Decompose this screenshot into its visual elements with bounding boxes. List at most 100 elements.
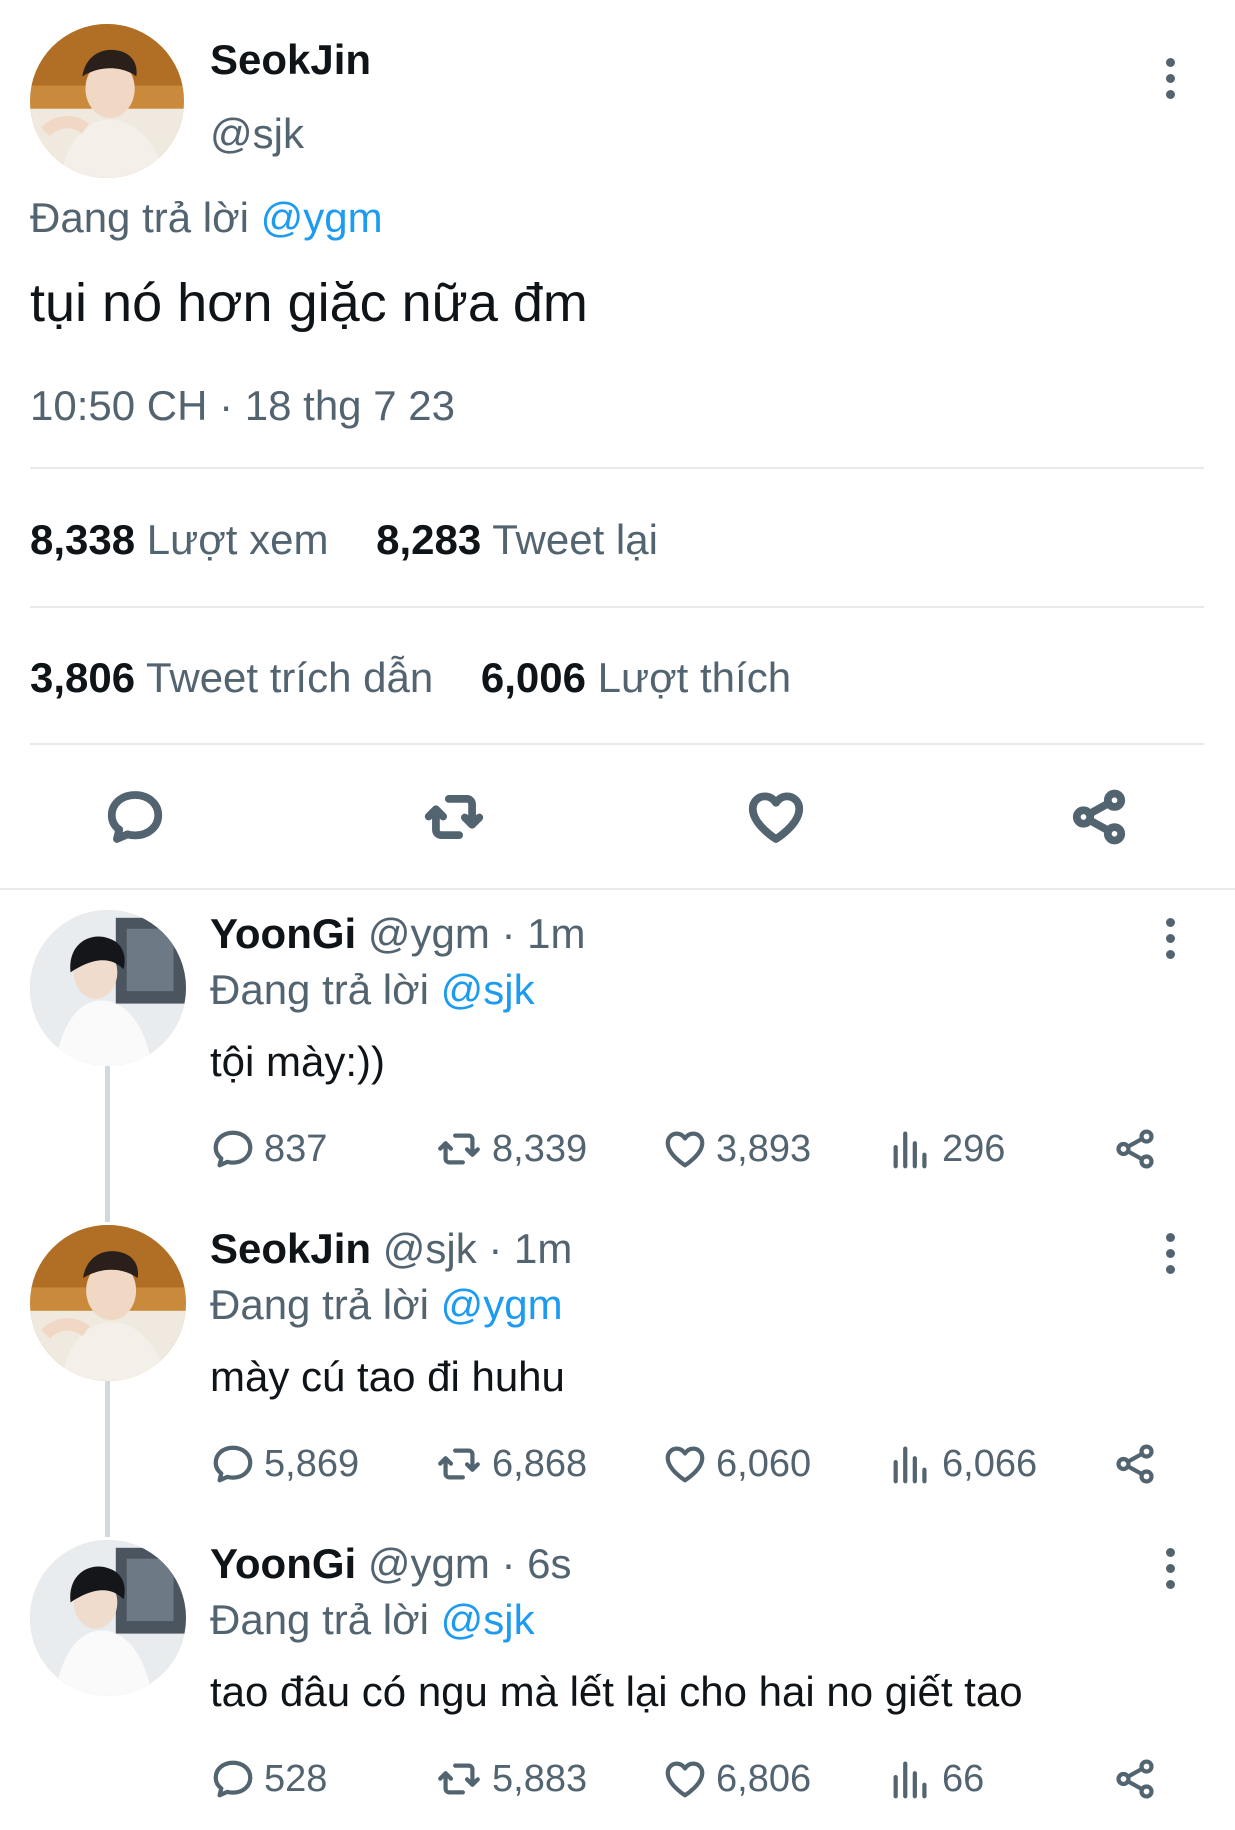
reply-count: 528 (264, 1757, 328, 1800)
quotes-stat[interactable]: 3,806 Tweet trích dẫn (30, 654, 445, 701)
views-count: 296 (942, 1127, 1006, 1170)
reply-action[interactable]: 837 (210, 1126, 327, 1172)
author-name[interactable]: SeokJin (210, 36, 371, 84)
reply-author-handle[interactable]: @ygm (368, 1540, 490, 1587)
author-handle[interactable]: @sjk (210, 110, 304, 158)
avatar[interactable] (30, 24, 184, 178)
like-icon (662, 1126, 708, 1172)
share-icon[interactable] (1068, 786, 1130, 848)
reply-time[interactable]: · 1m (502, 910, 586, 957)
retweet-icon (434, 1126, 484, 1172)
like-icon (662, 1441, 708, 1487)
retweet-count: 5,883 (492, 1757, 588, 1800)
likes-label: Lượt thích (597, 654, 792, 701)
like-action[interactable]: 3,893 (662, 1126, 811, 1172)
retweets-count: 8,283 (376, 516, 482, 563)
thread-line (105, 1381, 110, 1537)
views-icon (888, 1126, 934, 1172)
views-stat[interactable]: 8,338 Lượt xem (30, 516, 340, 563)
replying-to-line: Đang trả lời @sjk (210, 1596, 535, 1644)
replying-prefix: Đang trả lời (30, 194, 249, 241)
share-icon[interactable] (1112, 1126, 1158, 1172)
divider (30, 467, 1204, 469)
section-divider (0, 888, 1235, 890)
replying-to-handle[interactable]: @ygm (441, 1281, 563, 1328)
stats-row-1: 8,338 Lượt xem 8,283 Tweet lại (30, 516, 658, 564)
like-count: 3,893 (716, 1127, 812, 1170)
views-icon (888, 1756, 934, 1802)
views-action[interactable]: 296 (888, 1126, 1005, 1172)
reply-icon (210, 1126, 256, 1172)
reply-author-handle[interactable]: @ygm (368, 910, 490, 957)
replying-to-handle[interactable]: @sjk (441, 1596, 535, 1643)
like-action[interactable]: 6,060 (662, 1441, 811, 1487)
like-icon (662, 1756, 708, 1802)
reply-text: mày cú tao đi huhu (210, 1353, 565, 1400)
reply-icon[interactable] (104, 786, 166, 848)
reply-time[interactable]: · 1m (488, 1225, 572, 1272)
stats-row-2: 3,806 Tweet trích dẫn 6,006 Lượt thích (30, 654, 791, 702)
share-icon[interactable] (1112, 1441, 1158, 1487)
views-count: 66 (942, 1757, 985, 1800)
likes-count: 6,006 (480, 654, 586, 701)
reply-text: tội mày:)) (210, 1038, 386, 1085)
reply-author-name[interactable]: SeokJin (210, 1225, 371, 1272)
avatar[interactable] (30, 1540, 186, 1696)
avatar[interactable] (30, 910, 186, 1066)
views-label: Lượt xem (146, 516, 329, 563)
like-icon[interactable] (745, 786, 807, 848)
reply-time[interactable]: · 6s (502, 1540, 572, 1587)
tweet-text: tụi nó hơn giặc nữa đm (30, 273, 588, 333)
reply-icon (210, 1441, 256, 1487)
replying-to-handle[interactable]: @ygm (261, 194, 383, 241)
reply-action[interactable]: 528 (210, 1756, 327, 1802)
avatar-image (30, 1225, 186, 1381)
thread-line (105, 1066, 110, 1222)
avatar-image (30, 24, 184, 178)
retweet-action[interactable]: 5,883 (434, 1756, 587, 1802)
like-count: 6,806 (716, 1757, 812, 1800)
more-options-icon[interactable] (1164, 918, 1176, 966)
reply-icon (210, 1756, 256, 1802)
retweet-action[interactable]: 8,339 (434, 1126, 587, 1172)
reply-author-name[interactable]: YoonGi (210, 1540, 356, 1587)
reply-action[interactable]: 5,869 (210, 1441, 359, 1487)
reply-header: YoonGi @ygm · 6s (210, 1540, 572, 1588)
divider (30, 743, 1204, 745)
retweet-count: 6,868 (492, 1442, 588, 1485)
reply-text: tao đâu có ngu mà lết lại cho hai no giế… (210, 1668, 1023, 1715)
replying-to-handle[interactable]: @sjk (441, 966, 535, 1013)
replying-to-line: Đang trả lời @sjk (210, 966, 535, 1014)
views-action[interactable]: 66 (888, 1756, 984, 1802)
avatar-image (30, 910, 186, 1066)
retweets-label: Tweet lại (492, 516, 658, 563)
retweet-icon[interactable] (421, 786, 487, 848)
views-action[interactable]: 6,066 (888, 1441, 1037, 1487)
avatar[interactable] (30, 1225, 186, 1381)
retweets-stat[interactable]: 8,283 Tweet lại (376, 516, 658, 563)
share-icon[interactable] (1112, 1756, 1158, 1802)
retweet-action[interactable]: 6,868 (434, 1441, 587, 1487)
quotes-label: Tweet trích dẫn (146, 654, 434, 701)
reply-count: 5,869 (264, 1442, 360, 1485)
more-options-icon[interactable] (1164, 1233, 1176, 1281)
like-action[interactable]: 6,806 (662, 1756, 811, 1802)
views-icon (888, 1441, 934, 1487)
views-count: 6,066 (942, 1442, 1038, 1485)
more-options-icon[interactable] (1164, 1548, 1176, 1596)
like-count: 6,060 (716, 1442, 812, 1485)
likes-stat[interactable]: 6,006 Lượt thích (481, 654, 791, 701)
views-count: 8,338 (30, 516, 136, 563)
replying-prefix: Đang trả lời (210, 1281, 429, 1328)
retweet-icon (434, 1441, 484, 1487)
reply-header: YoonGi @ygm · 1m (210, 910, 586, 958)
tweet-timestamp[interactable]: 10:50 CH · 18 thg 7 23 (30, 382, 455, 430)
more-options-icon[interactable] (1164, 58, 1176, 106)
reply-header: SeokJin @sjk · 1m (210, 1225, 572, 1273)
replying-prefix: Đang trả lời (210, 966, 429, 1013)
avatar-image (30, 1540, 186, 1696)
reply-author-name[interactable]: YoonGi (210, 910, 356, 957)
replying-to-line: Đang trả lời @ygm (210, 1281, 563, 1329)
replying-prefix: Đang trả lời (210, 1596, 429, 1643)
reply-author-handle[interactable]: @sjk (383, 1225, 477, 1272)
